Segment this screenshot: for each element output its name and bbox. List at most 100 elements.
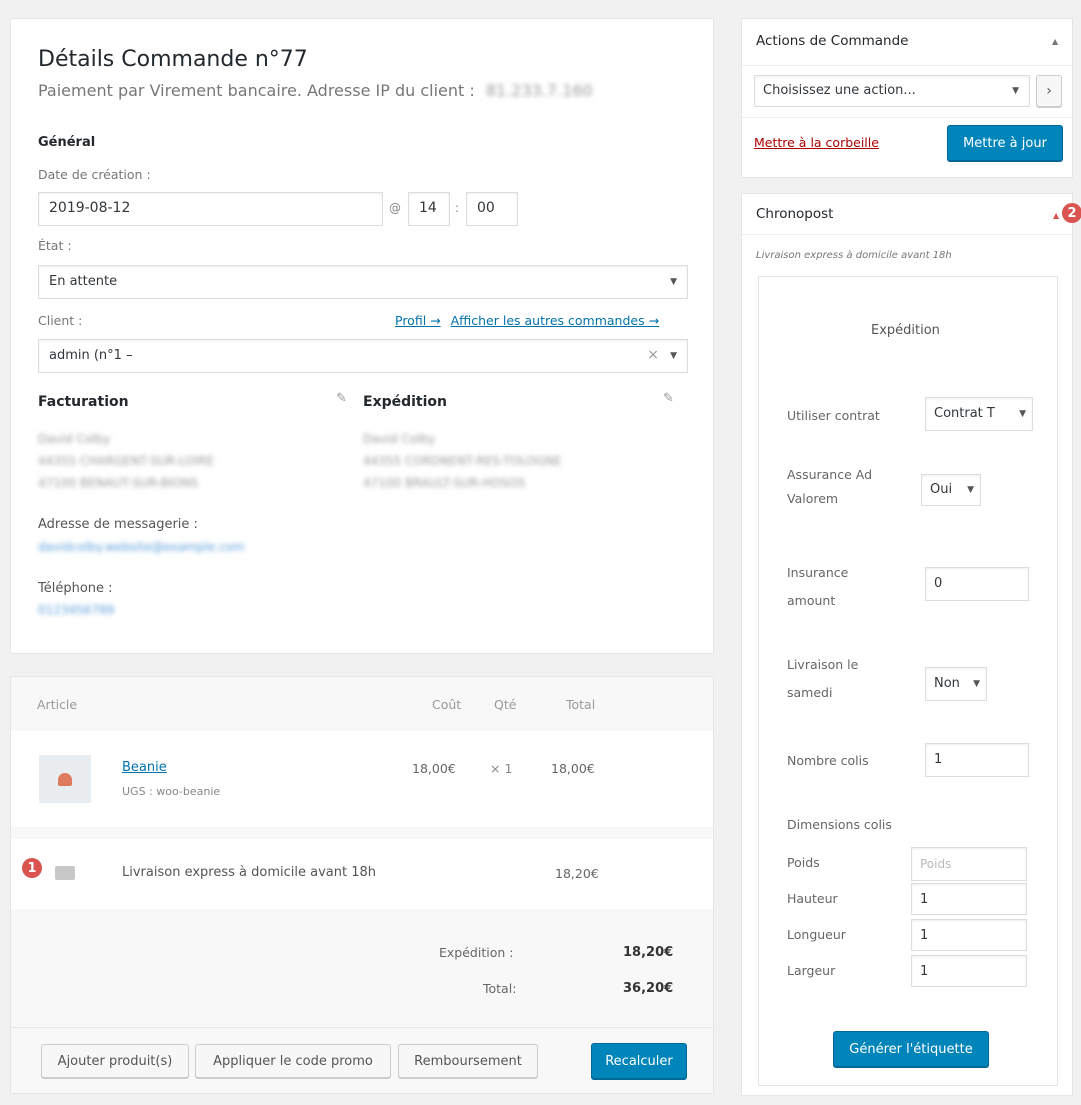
billing-address-line: 44355 CHARGENT-SUR-LOIRE xyxy=(38,454,215,468)
generate-label-button[interactable]: Générer l'étiquette xyxy=(833,1031,989,1067)
length-label: Longueur xyxy=(787,927,846,942)
width-input[interactable]: 1 xyxy=(911,955,1027,987)
caret-down-icon: ▼ xyxy=(967,485,974,495)
general-heading: Général xyxy=(38,135,96,150)
parcels-input[interactable]: 1 xyxy=(925,743,1029,777)
saturday-select[interactable]: Non ▼ xyxy=(925,667,987,701)
at-symbol: @ xyxy=(389,201,401,215)
trash-link[interactable]: Mettre à la corbeille xyxy=(754,135,879,150)
product-qty: × 1 xyxy=(490,761,513,776)
insurance-label: Assurance Ad Valorem xyxy=(787,467,873,506)
caret-down-icon: ▼ xyxy=(670,351,677,361)
minute-input[interactable]: 00 xyxy=(466,192,518,226)
contract-value: Contrat T xyxy=(934,406,995,421)
insurance-select[interactable]: Oui ▼ xyxy=(921,474,981,506)
customer-select[interactable]: admin (n°1 – × ▼ xyxy=(38,339,688,373)
totals-total-label: Total: xyxy=(483,981,517,996)
other-orders-link[interactable]: Afficher les autres commandes → xyxy=(451,313,659,328)
creation-date-input[interactable]: 2019-08-12 xyxy=(38,192,383,226)
email-link[interactable]: davidcolby.website@example.com xyxy=(38,540,245,554)
truck-icon xyxy=(55,866,75,880)
contract-select[interactable]: Contrat T ▼ xyxy=(925,397,1033,431)
status-value: En attente xyxy=(49,274,118,289)
customer-value: admin (n°1 – xyxy=(49,348,133,363)
email-label: Adresse de messagerie : xyxy=(38,517,198,532)
recalculate-button[interactable]: Recalculer xyxy=(591,1043,687,1079)
insurance-amount-input[interactable]: 0 xyxy=(925,567,1029,601)
client-ip: 81.233.7.160 xyxy=(485,81,593,100)
clear-icon[interactable]: × xyxy=(647,347,659,363)
profile-link[interactable]: Profil → xyxy=(395,313,441,328)
divider xyxy=(742,65,1072,66)
update-button[interactable]: Mettre à jour xyxy=(947,125,1063,161)
caret-down-icon: ▼ xyxy=(973,679,980,689)
caret-up-icon[interactable]: ▲ xyxy=(1052,37,1058,46)
caret-down-icon: ▼ xyxy=(1012,86,1019,96)
dimensions-label: Dimensions colis xyxy=(787,817,892,832)
order-subtitle: Paiement par Virement bancaire. Adresse … xyxy=(38,81,593,100)
order-items-panel: Article Coût Qté Total Beanie UGS : woo-… xyxy=(10,676,714,1094)
height-input[interactable]: 1 xyxy=(911,883,1027,915)
phone-link[interactable]: 0123456789 xyxy=(38,603,114,617)
page-title: Détails Commande n°77 xyxy=(38,47,308,72)
pencil-icon[interactable]: ✎ xyxy=(663,391,674,406)
weight-label: Poids xyxy=(787,855,820,870)
billing-heading: Facturation xyxy=(38,394,129,410)
shipping-heading: Expédition xyxy=(363,394,448,410)
items-actions-bar: Ajouter produit(s) Appliquer le code pro… xyxy=(11,1027,713,1093)
product-thumbnail xyxy=(39,755,91,803)
annotation-marker-1: 1 xyxy=(22,858,42,878)
status-label: État : xyxy=(38,238,72,253)
totals-shipping-label: Expédition : xyxy=(439,945,514,960)
shipping-line-total: 18,20€ xyxy=(555,866,599,881)
order-totals: Expédition : 18,20€ Total: 36,20€ xyxy=(11,909,713,1027)
order-actions-title: Actions de Commande xyxy=(756,33,909,49)
weight-input[interactable]: Poids xyxy=(911,847,1027,881)
chronopost-title: Chronopost xyxy=(756,206,834,222)
totals-total-value: 36,20€ xyxy=(623,981,674,996)
height-label: Hauteur xyxy=(787,891,838,906)
customer-label: Client : xyxy=(38,313,83,328)
caret-up-icon[interactable]: ▲ xyxy=(1053,211,1059,220)
apply-coupon-button[interactable]: Appliquer le code promo xyxy=(195,1044,391,1078)
payment-info: Paiement par Virement bancaire. Adresse … xyxy=(38,81,475,100)
billing-address-line: 47100 BENAUT-SUR-BIONS xyxy=(38,476,199,490)
add-products-button[interactable]: Ajouter produit(s) xyxy=(41,1044,189,1078)
order-action-select[interactable]: Choisissez une action... ▼ xyxy=(754,75,1030,107)
chronopost-method: Livraison express à domicile avant 18h xyxy=(756,250,952,261)
product-name-link[interactable]: Beanie xyxy=(122,760,167,775)
col-qty: Qté xyxy=(494,697,517,712)
refund-button[interactable]: Remboursement xyxy=(398,1044,538,1078)
length-input[interactable]: 1 xyxy=(911,919,1027,951)
time-colon: : xyxy=(455,201,460,215)
apply-action-button[interactable]: › xyxy=(1036,75,1062,107)
shipping-method-name: Livraison express à domicile avant 18h xyxy=(122,865,376,880)
pencil-icon[interactable]: ✎ xyxy=(336,391,347,406)
table-row: Livraison express à domicile avant 18h 1… xyxy=(11,839,713,909)
hour-input[interactable]: 14 xyxy=(408,192,450,226)
use-contract-label: Utiliser contrat xyxy=(787,408,880,423)
col-total: Total xyxy=(566,697,596,712)
order-actions-box: Actions de Commande ▲ Choisissez une act… xyxy=(741,18,1073,178)
caret-down-icon: ▼ xyxy=(670,277,677,287)
saturday-value: Non xyxy=(934,676,960,691)
annotation-marker-2: 2 xyxy=(1062,203,1081,223)
divider xyxy=(742,234,1072,235)
billing-address-line: David Colby xyxy=(38,432,111,446)
shipment-heading: Expédition xyxy=(871,323,940,338)
status-select[interactable]: En attente ▼ xyxy=(38,265,688,299)
phone-label: Téléphone : xyxy=(38,581,113,596)
beanie-image xyxy=(58,772,72,786)
order-details-panel: Détails Commande n°77 Paiement par Virem… xyxy=(10,18,714,654)
table-row: Beanie UGS : woo-beanie 18,00€ × 1 18,00… xyxy=(11,731,713,827)
customer-links: Profil → Afficher les autres commandes → xyxy=(395,313,659,328)
saturday-label: Livraison le samedi xyxy=(787,657,859,700)
parcels-label: Nombre colis xyxy=(787,753,869,768)
shipping-address-line: 47100 BRAULT-SUR-HOSOS xyxy=(363,476,526,490)
caret-down-icon: ▼ xyxy=(1019,409,1026,419)
items-header: Article Coût Qté Total xyxy=(11,677,713,731)
shipping-address-line: David Colby xyxy=(363,432,436,446)
insurance-value: Oui xyxy=(930,482,953,497)
action-select-value: Choisissez une action... xyxy=(763,83,916,98)
col-cost: Coût xyxy=(432,697,462,712)
